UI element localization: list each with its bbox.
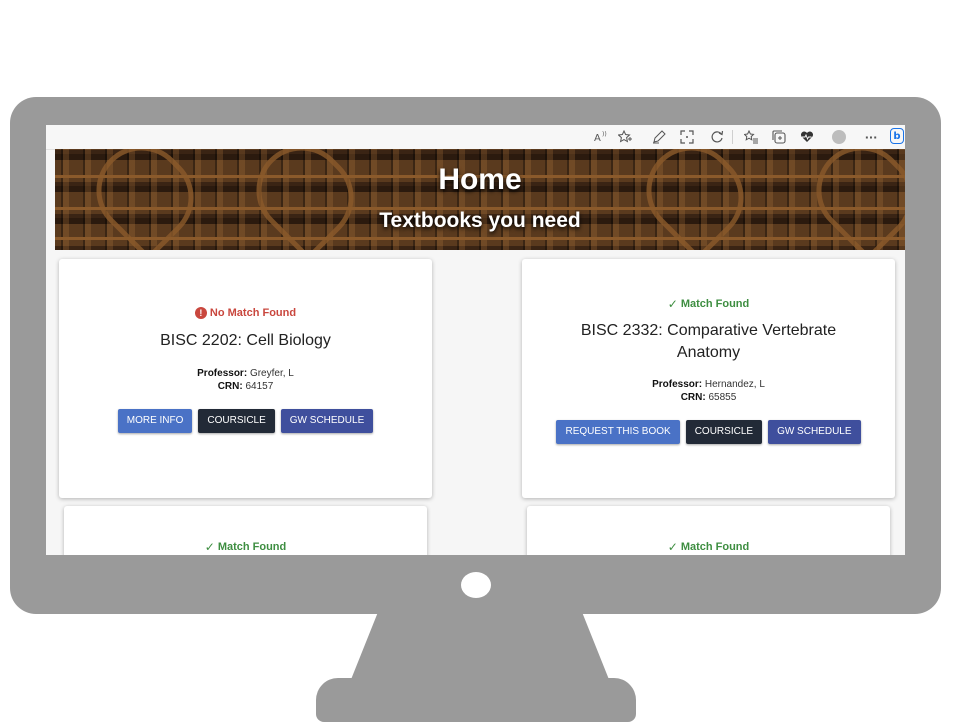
toolbar-separator [732,130,733,144]
card-actions: REQUEST THIS BOOK COURSICLE GW SCHEDULE [522,420,895,444]
collections-icon[interactable] [770,128,788,146]
match-status: ! No Match Found [59,307,432,319]
page-subtitle: Textbooks you need [379,209,581,232]
course-card: ! No Match Found BISC 2202: Cell Biology… [59,259,432,498]
pen-icon[interactable] [650,128,668,146]
crn-label: CRN: [680,392,706,403]
refresh-icon[interactable] [708,128,726,146]
heart-icon[interactable] [798,128,816,146]
monitor-stand [350,612,610,682]
gw-schedule-button[interactable]: GW SCHEDULE [768,420,861,444]
request-book-button[interactable]: REQUEST THIS BOOK [556,420,680,444]
browser-toolbar: A)) ··· b [46,125,905,150]
svg-text:)): )) [602,131,607,138]
screenshot-icon[interactable] [678,128,696,146]
coursicle-button[interactable]: COURSICLE [685,420,763,444]
course-card: ✓ Match Found [527,506,890,555]
crn-label: CRN: [217,381,243,392]
coursicle-button[interactable]: COURSICLE [198,409,275,433]
professor-label: Professor: [652,379,703,390]
check-icon: ✓ [667,297,678,311]
match-status: ✓ Match Found [64,540,427,554]
page-title: Home [438,163,522,196]
professor-line: Professor: Hernandez, L [522,378,895,391]
favorite-add-icon[interactable] [616,128,634,146]
crn-value: 64157 [245,381,274,392]
gw-schedule-button[interactable]: GW SCHEDULE [280,409,374,433]
crn-value: 65855 [708,392,737,403]
favorites-icon[interactable] [742,128,760,146]
match-status: ✓ Match Found [522,297,895,311]
match-status-label: No Match Found [209,307,297,319]
professor-name: Greyfer, L [249,368,294,379]
check-icon: ✓ [667,540,678,554]
profile-icon[interactable] [832,130,846,144]
course-title: BISC 2202: Cell Biology [160,332,331,349]
svg-text:A: A [594,133,601,143]
professor-label: Professor: [197,368,248,379]
more-icon[interactable]: ··· [862,128,880,146]
crn-line: CRN: 65855 [522,391,895,404]
match-status: ✓ Match Found [527,540,890,554]
hero-banner: Home Textbooks you need [55,149,905,250]
read-aloud-icon[interactable]: A)) [592,128,610,146]
bookshelf-decoration [55,237,905,240]
browser-screen: A)) ··· b Home Textbooks you need ! No M… [46,125,905,555]
no-match-icon: ! [194,307,207,319]
crn-line: CRN: 64157 [59,380,432,393]
check-icon: ✓ [204,540,215,554]
course-card: ✓ Match Found BISC 2332: Comparative Ver… [522,259,895,498]
match-status-label: Match Found [680,541,750,553]
card-actions: MORE INFO COURSICLE GW SCHEDULE [59,409,432,433]
course-card: ✓ Match Found [64,506,427,555]
monitor-power-dot [461,572,491,598]
course-title: BISC 2332: Comparative Vertebrate Anatom… [580,322,837,361]
monitor-base [316,678,636,722]
more-info-button[interactable]: MORE INFO [117,409,193,433]
match-status-label: Match Found [217,541,287,553]
professor-line: Professor: Greyfer, L [59,367,432,380]
bing-icon[interactable]: b [890,128,904,144]
match-status-label: Match Found [680,298,750,310]
professor-name: Hernandez, L [704,379,765,390]
